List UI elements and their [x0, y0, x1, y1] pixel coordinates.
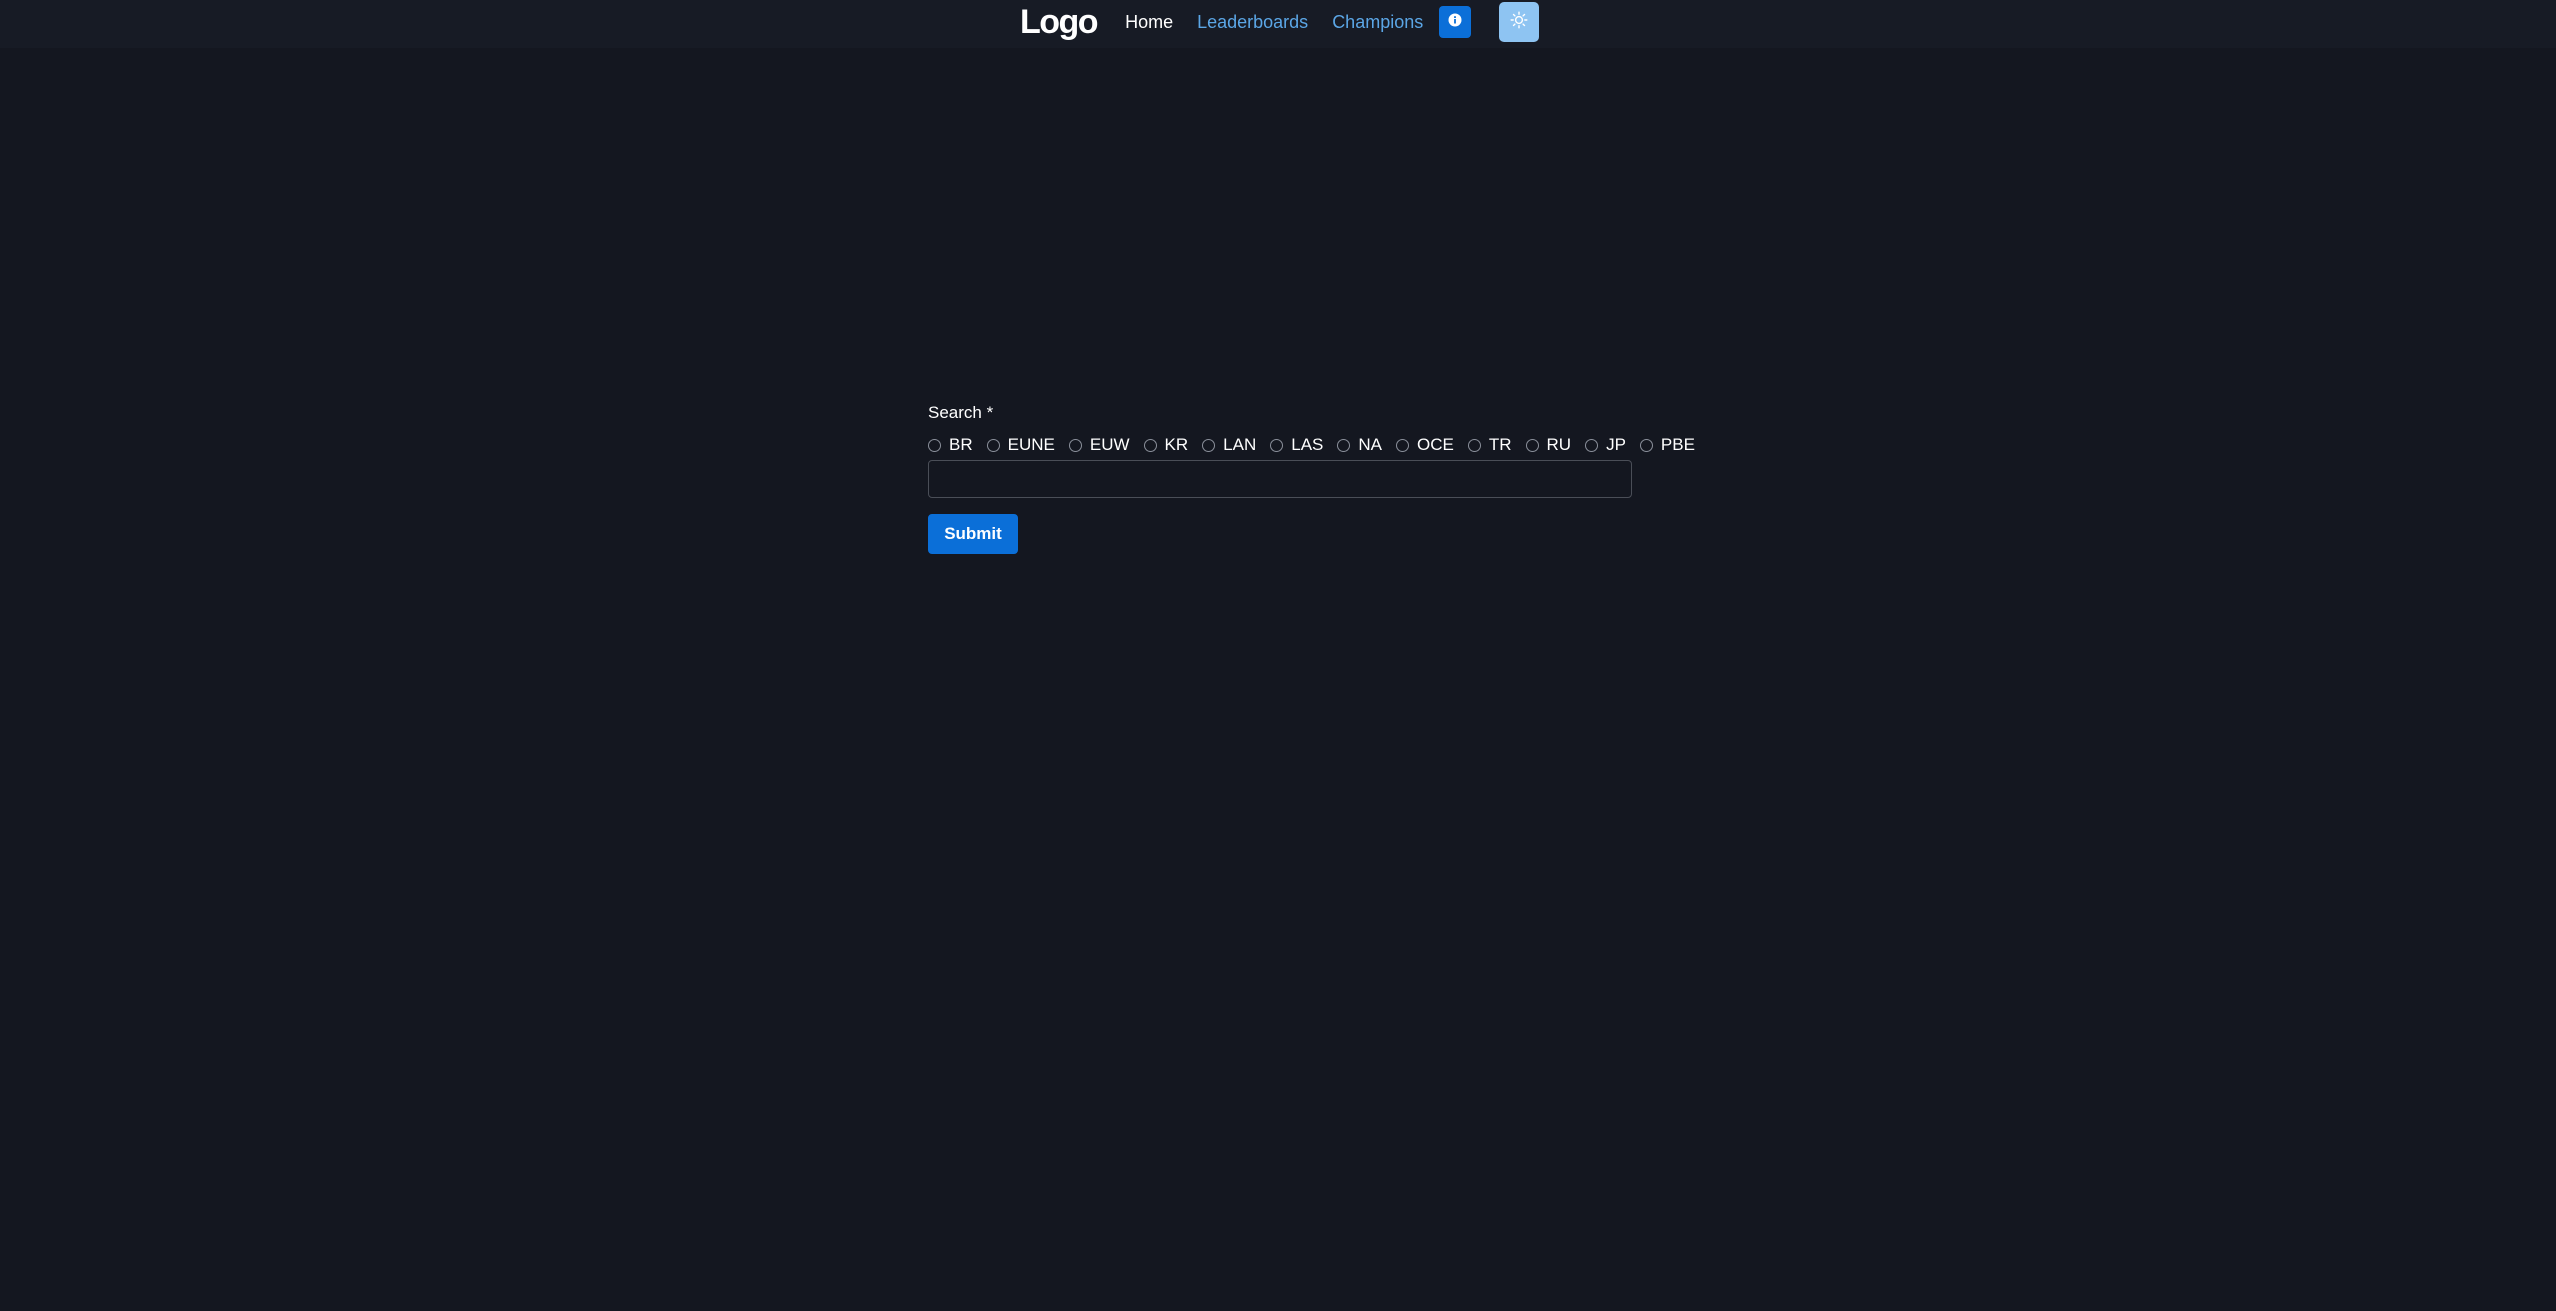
- region-label: OCE: [1417, 435, 1454, 454]
- radio-button[interactable]: [1467, 438, 1481, 452]
- nav-inner: Logo Home Leaderboards Champions: [1020, 0, 1472, 44]
- logo[interactable]: Logo: [1020, 0, 1099, 44]
- search-label: Search *: [928, 403, 994, 422]
- region-option-kr[interactable]: KR: [1143, 434, 1189, 456]
- region-label: JP: [1606, 435, 1626, 454]
- radio-button[interactable]: [1143, 438, 1157, 452]
- radio-button[interactable]: [1337, 438, 1351, 452]
- radio-button[interactable]: [1202, 438, 1216, 452]
- info-button[interactable]: [1439, 6, 1472, 38]
- radio-button[interactable]: [1639, 438, 1653, 452]
- region-label: LAS: [1291, 435, 1324, 454]
- navbar: Logo Home Leaderboards Champions: [0, 0, 2556, 48]
- submit-button[interactable]: Submit: [928, 514, 1018, 554]
- region-option-lan[interactable]: LAN: [1202, 434, 1256, 456]
- info-circle-icon: [1448, 13, 1462, 32]
- region-label: RU: [1546, 435, 1572, 454]
- nav-link-champions[interactable]: Champions: [1332, 0, 1423, 44]
- radio-button[interactable]: [1396, 438, 1409, 452]
- radio-button[interactable]: [928, 438, 941, 452]
- nav-link-home[interactable]: Home: [1125, 0, 1173, 44]
- region-label: LAN: [1223, 435, 1257, 454]
- radio-button[interactable]: [1585, 438, 1599, 452]
- region-label: EUW: [1089, 435, 1130, 454]
- region-option-oce[interactable]: OCE: [1396, 434, 1454, 456]
- region-label: EUNE: [1007, 435, 1055, 454]
- region-label: PBE: [1660, 435, 1695, 454]
- radio-button[interactable]: [1068, 438, 1082, 452]
- theme-toggle-button[interactable]: [1499, 2, 1539, 42]
- region-label: KR: [1164, 435, 1189, 454]
- region-option-pbe[interactable]: PBE: [1639, 434, 1695, 456]
- region-label: NA: [1358, 435, 1382, 454]
- search-input[interactable]: [928, 460, 1632, 498]
- region-option-na[interactable]: NA: [1337, 434, 1382, 456]
- region-option-eune[interactable]: EUNE: [986, 434, 1055, 456]
- region-label: BR: [949, 435, 973, 454]
- region-label: TR: [1488, 435, 1512, 454]
- radio-button[interactable]: [1525, 438, 1539, 452]
- radio-button[interactable]: [1270, 438, 1284, 452]
- region-radio-group: BR EUNE EUW KR LAN LAS NA OCE TR RU JP P…: [928, 434, 1695, 456]
- region-option-jp[interactable]: JP: [1585, 434, 1626, 456]
- region-option-ru[interactable]: RU: [1525, 434, 1572, 456]
- nav-link-leaderboards[interactable]: Leaderboards: [1197, 0, 1308, 44]
- sun-icon: [1510, 11, 1528, 34]
- region-option-tr[interactable]: TR: [1467, 434, 1512, 456]
- region-option-euw[interactable]: EUW: [1068, 434, 1130, 456]
- region-option-las[interactable]: LAS: [1270, 434, 1323, 456]
- search-form: Search * BR EUNE EUW KR LAN LAS NA OCE T…: [928, 402, 1695, 554]
- region-option-br[interactable]: BR: [928, 434, 973, 456]
- radio-button[interactable]: [986, 438, 1000, 452]
